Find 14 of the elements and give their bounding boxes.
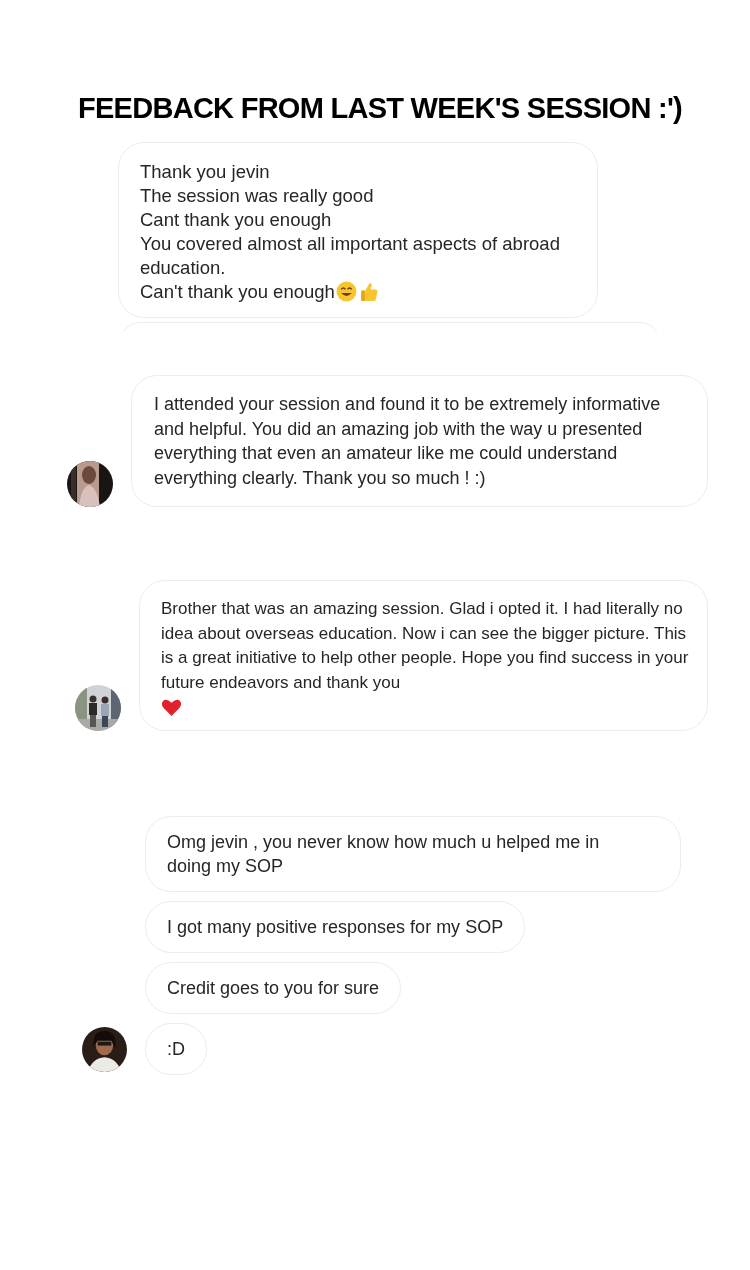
message-text: Cant thank you enough (140, 209, 332, 230)
message-text: Credit goes to you for sure (167, 978, 380, 998)
heading: FEEDBACK FROM LAST WEEK'S SESSION :') (78, 91, 683, 126)
message-text: Brother that was an amazing session. Glad i opted it. I had literally no idea about overseas education. Now i can see the bigger picture. This is a great initiative to help other people. Hope you find success in your future endeavors and thank you (161, 599, 689, 692)
message-text: You covered almost all important aspects of abroad education. (140, 233, 560, 278)
message-text: Omg jevin , you never know how much u helped me in doing my SOP (167, 832, 600, 876)
heart-icon (161, 697, 182, 718)
message-text: Can't thank you enough (140, 281, 335, 302)
message-text: :D (167, 1039, 185, 1059)
message-text: I attended your session and found it to be extremely informative and helpful. You did an amazing job with the way u presented everything that even an amateur like me could understand everything clearly. Thank you so much ! :) (154, 394, 661, 489)
message-text: The session was really good (140, 185, 374, 206)
message-text: I got many positive responses for my SOP (167, 917, 504, 937)
message-text: Thank you jevin (140, 161, 270, 182)
smiley-face-icon (335, 281, 357, 302)
